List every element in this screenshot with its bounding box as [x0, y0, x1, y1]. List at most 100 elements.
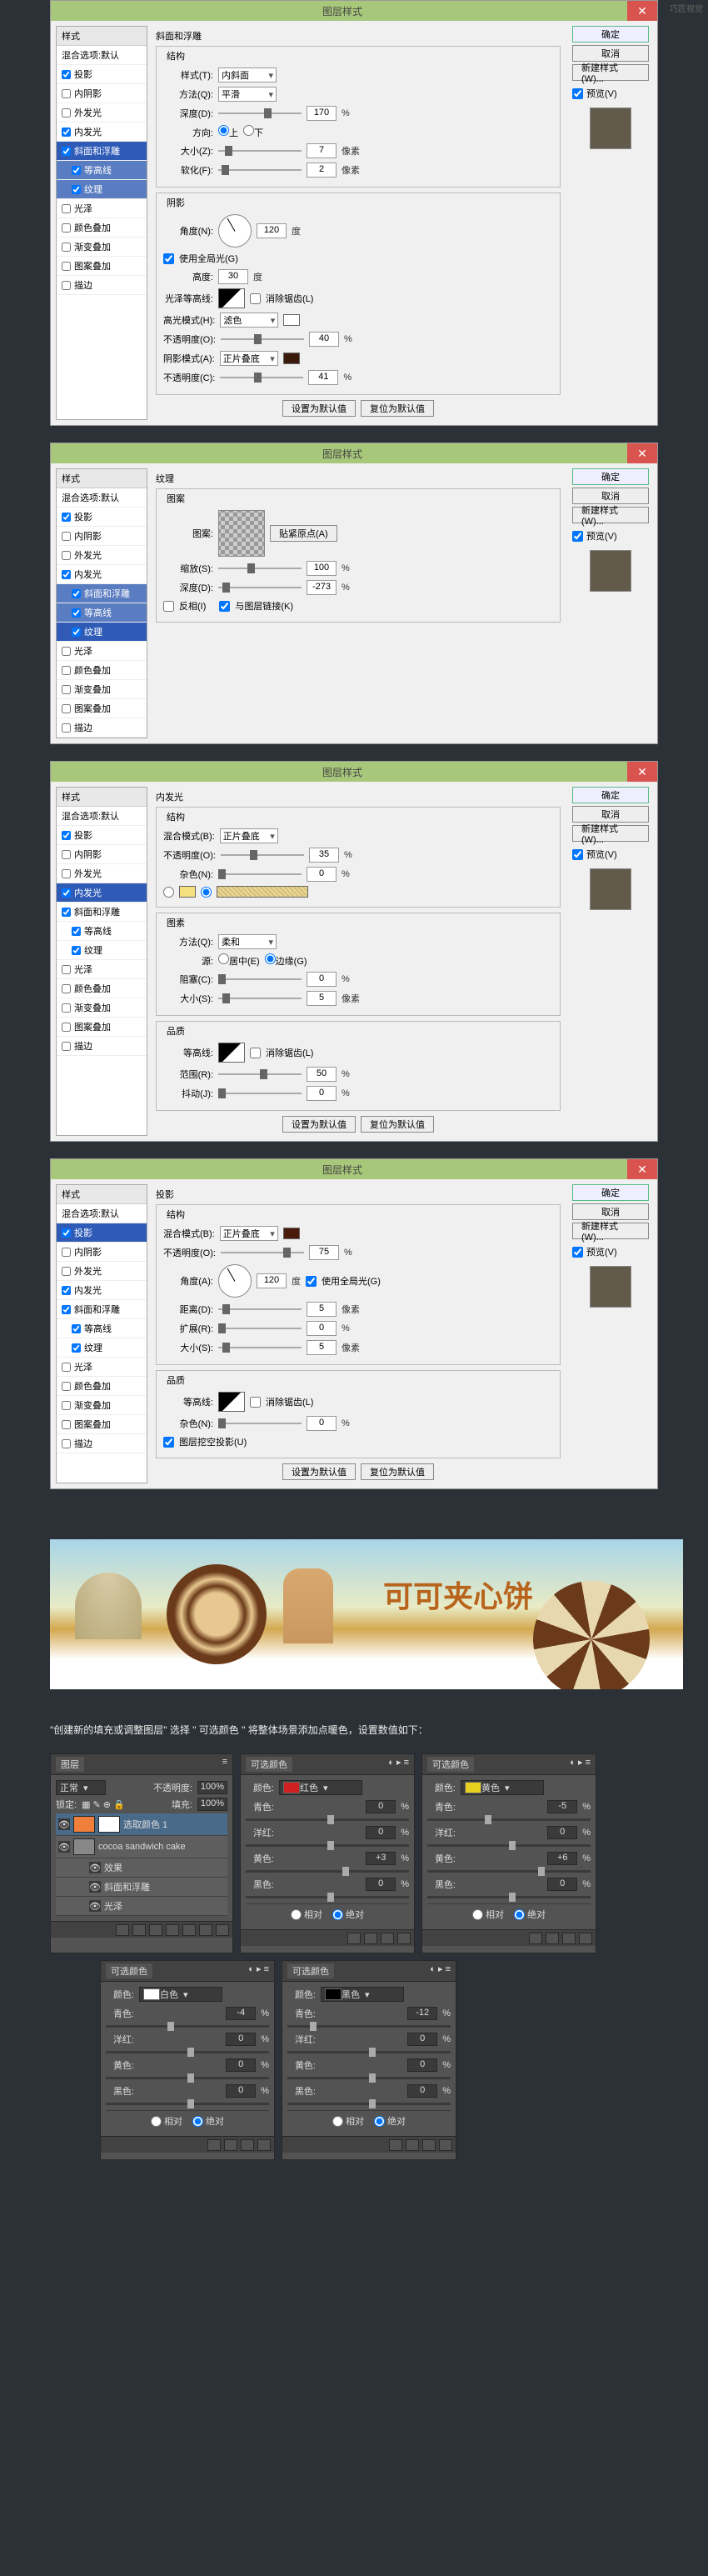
style-item[interactable]: 斜面和浮雕	[57, 584, 147, 603]
style-checkbox[interactable]	[62, 1267, 71, 1276]
color-select[interactable]: 黄色	[461, 1780, 544, 1795]
style-checkbox[interactable]	[62, 1286, 71, 1295]
radio[interactable]	[192, 2116, 203, 2127]
new-style-button[interactable]: 新建样式(W)...	[572, 825, 649, 842]
checkbox[interactable]	[572, 88, 583, 99]
checkbox[interactable]	[572, 531, 583, 542]
style-checkbox[interactable]	[62, 1228, 71, 1238]
panel-icons[interactable]: ◐ ▸ ≡	[388, 1757, 409, 1772]
style-checkbox[interactable]	[62, 70, 71, 79]
tab[interactable]: 可选颜色	[106, 1963, 152, 1978]
value-input[interactable]: 0	[407, 2084, 437, 2098]
slider[interactable]	[221, 1252, 304, 1253]
style-checkbox[interactable]	[62, 551, 71, 560]
checkbox[interactable]	[250, 1048, 261, 1058]
style-checkbox[interactable]	[62, 108, 71, 118]
style-checkbox[interactable]	[72, 185, 81, 194]
default-button[interactable]: 复位为默认值	[361, 1116, 434, 1133]
tab[interactable]: 可选颜色	[427, 1757, 474, 1772]
value-input[interactable]: -12	[407, 2007, 437, 2020]
visibility-icon[interactable]: 👁	[58, 1841, 70, 1853]
lock-icons[interactable]: ▦ ✎ ⊕ 🔒	[82, 1799, 125, 1810]
color-swatch[interactable]	[179, 886, 196, 898]
contour-picker[interactable]	[218, 288, 245, 308]
value-input[interactable]: 0	[547, 1826, 577, 1839]
number-input[interactable]: 5	[307, 991, 337, 1006]
style-item[interactable]: 颜色叠加	[57, 218, 147, 238]
value-input[interactable]: 0	[547, 1878, 577, 1891]
slider[interactable]	[218, 1423, 302, 1424]
style-item[interactable]: 描边	[57, 718, 147, 738]
value-input[interactable]: 0	[226, 2058, 256, 2072]
value-input[interactable]: 0	[226, 2084, 256, 2098]
slider[interactable]	[246, 1896, 409, 1898]
style-checkbox[interactable]	[62, 1382, 71, 1391]
style-item[interactable]: 渐变叠加	[57, 238, 147, 257]
opacity-input[interactable]: 100%	[197, 1781, 227, 1794]
slider[interactable]	[218, 1347, 302, 1348]
style-checkbox[interactable]	[62, 850, 71, 859]
radio[interactable]	[218, 953, 229, 964]
footer-icon[interactable]	[562, 1933, 576, 1944]
value-input[interactable]: -4	[226, 2007, 256, 2020]
slider[interactable]	[218, 568, 302, 569]
style-item[interactable]: 图案叠加	[57, 1415, 147, 1434]
cancel-button[interactable]: 取消	[572, 45, 649, 62]
style-item[interactable]: 斜面和浮雕	[57, 142, 147, 161]
number-input[interactable]: 41	[308, 370, 338, 385]
contour-picker[interactable]	[218, 1392, 245, 1412]
slider[interactable]	[106, 2077, 269, 2079]
visibility-icon[interactable]: 👁	[58, 1818, 70, 1830]
select[interactable]: 正片叠底	[220, 351, 278, 366]
radio[interactable]	[291, 1909, 302, 1920]
number-input[interactable]: 120	[257, 1273, 287, 1288]
style-item[interactable]: 等高线	[57, 1319, 147, 1338]
radio[interactable]	[265, 953, 276, 964]
style-list-header[interactable]: 样式	[57, 469, 147, 488]
color-swatch[interactable]	[283, 353, 300, 364]
style-item[interactable]: 内阴影	[57, 845, 147, 864]
style-checkbox[interactable]	[72, 946, 81, 955]
style-checkbox[interactable]	[62, 723, 71, 733]
cancel-button[interactable]: 取消	[572, 806, 649, 823]
style-item[interactable]: 内阴影	[57, 1243, 147, 1262]
style-checkbox[interactable]	[62, 204, 71, 213]
radio-label[interactable]: 下	[243, 125, 263, 139]
style-checkbox[interactable]	[72, 927, 81, 936]
footer-icon[interactable]	[257, 2139, 271, 2151]
footer-icon[interactable]	[422, 2139, 436, 2151]
style-item[interactable]: 光泽	[57, 960, 147, 979]
slider[interactable]	[218, 113, 302, 114]
style-list-header[interactable]: 样式	[57, 788, 147, 807]
style-item[interactable]: 外发光	[57, 864, 147, 883]
slider[interactable]	[246, 1870, 409, 1873]
slider[interactable]	[287, 2103, 451, 2105]
preview-check[interactable]: 预览(V)	[572, 848, 649, 861]
radio[interactable]	[163, 887, 174, 898]
number-input[interactable]: 0	[307, 867, 337, 882]
style-item[interactable]: 光泽	[57, 199, 147, 218]
new-style-button[interactable]: 新建样式(W)...	[572, 64, 649, 81]
style-checkbox[interactable]	[62, 1439, 71, 1448]
pattern-picker[interactable]	[218, 510, 265, 557]
number-input[interactable]: 0	[307, 1321, 337, 1336]
slider[interactable]	[427, 1896, 591, 1898]
slider[interactable]	[106, 2103, 269, 2105]
checkbox[interactable]	[219, 601, 230, 612]
footer-icon[interactable]	[182, 1924, 196, 1936]
cancel-button[interactable]: 取消	[572, 488, 649, 504]
style-checkbox[interactable]	[62, 1248, 71, 1257]
radio[interactable]	[332, 1909, 343, 1920]
radio[interactable]	[243, 125, 254, 136]
select[interactable]: 柔和	[218, 934, 277, 949]
angle-widget[interactable]	[218, 214, 252, 248]
footer-icon[interactable]	[224, 2139, 237, 2151]
style-checkbox[interactable]	[62, 1420, 71, 1429]
radio[interactable]	[514, 1909, 525, 1920]
radio-label[interactable]: 相对	[472, 1908, 504, 1921]
style-checkbox[interactable]	[62, 908, 71, 917]
checkbox[interactable]	[250, 293, 261, 304]
radio-label[interactable]: 上	[218, 125, 238, 139]
slider[interactable]	[246, 1844, 409, 1847]
blend-options[interactable]: 混合选项:默认	[57, 46, 147, 65]
